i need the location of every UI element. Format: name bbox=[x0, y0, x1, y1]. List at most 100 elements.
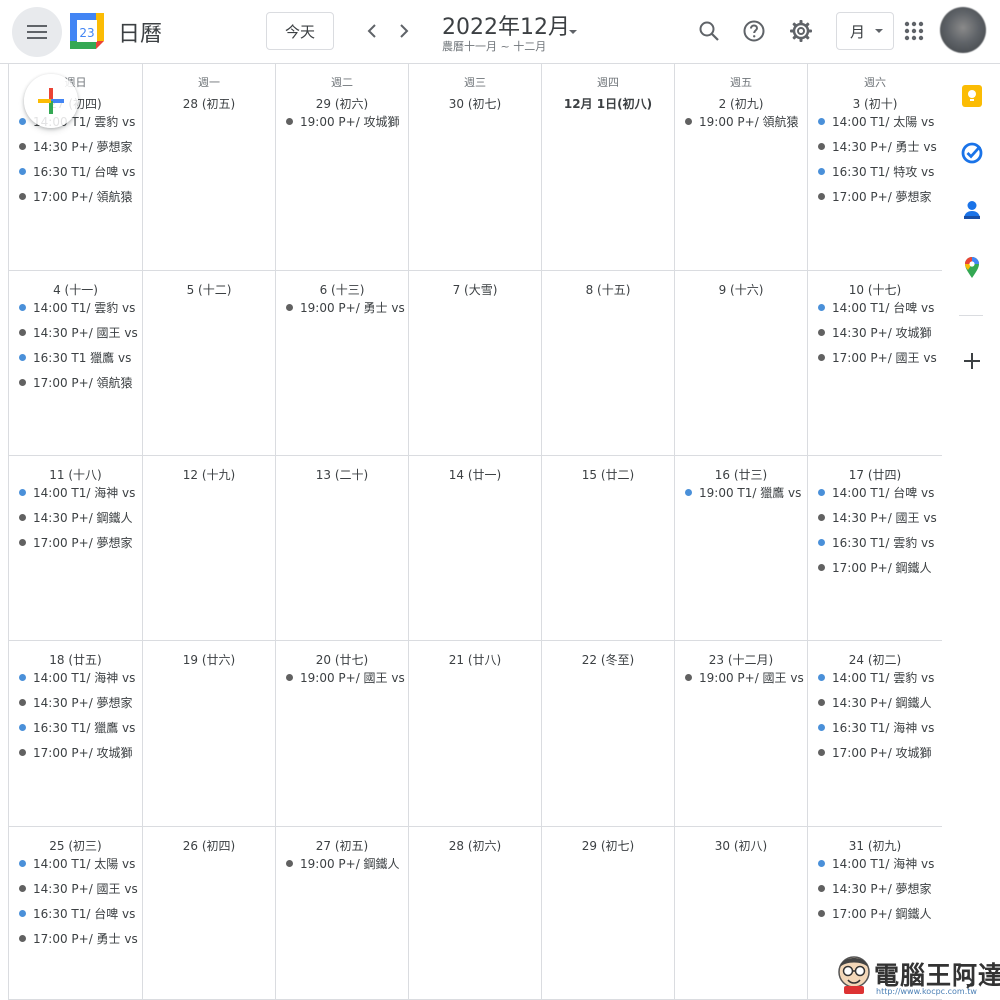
day-cell[interactable]: 17 (廿四) 14:00 T1/ 台啤 vs 14:30 P+/ 國王 vs 16:… bbox=[808, 456, 943, 641]
day-cell[interactable]: 週五 2 (初九) 19:00 P+/ 領航猿 bbox=[675, 64, 808, 271]
event-chip[interactable]: 17:00 P+/ 國王 vs bbox=[808, 345, 942, 370]
day-cell[interactable]: 6 (十三) 19:00 P+/ 勇士 vs bbox=[276, 271, 409, 456]
day-cell[interactable]: 4 (十一) 14:00 T1/ 雲豹 vs 14:30 P+/ 國王 vs 16:3… bbox=[9, 271, 143, 456]
event-chip[interactable]: 14:00 T1/ 太陽 vs bbox=[9, 851, 142, 876]
event-chip[interactable]: 14:30 P+/ 國王 vs bbox=[9, 320, 142, 345]
event-chip[interactable]: 14:30 P+/ 夢想家 bbox=[808, 876, 942, 901]
event-chip[interactable]: 17:00 P+/ 勇士 vs bbox=[9, 926, 142, 951]
day-number[interactable]: 9 (十六) bbox=[675, 281, 807, 298]
day-number[interactable]: 22 (冬至) bbox=[542, 651, 674, 668]
day-number[interactable]: 14 (廿一) bbox=[409, 466, 541, 483]
event-chip[interactable]: 14:30 P+/ 夢想家 bbox=[9, 690, 142, 715]
day-cell[interactable]: 20 (廿七) 19:00 P+/ 國王 vs bbox=[276, 641, 409, 827]
day-number[interactable]: 8 (十五) bbox=[542, 281, 674, 298]
day-cell[interactable]: 29 (初七) bbox=[542, 827, 675, 1000]
day-cell[interactable]: 週二 29 (初六) 19:00 P+/ 攻城獅 bbox=[276, 64, 409, 271]
maps-icon[interactable] bbox=[961, 255, 983, 279]
add-addon-icon[interactable] bbox=[961, 350, 983, 372]
settings-button[interactable] bbox=[786, 16, 816, 46]
event-chip[interactable]: 17:00 P+/ 領航猿 bbox=[9, 184, 142, 209]
day-cell[interactable]: 30 (初八) bbox=[675, 827, 808, 1000]
day-number[interactable]: 12月 1日(初八) bbox=[542, 95, 674, 112]
day-cell[interactable]: 週三 30 (初七) bbox=[409, 64, 542, 271]
create-event-button[interactable] bbox=[24, 74, 78, 128]
account-avatar[interactable] bbox=[940, 7, 986, 53]
event-chip[interactable]: 19:00 P+/ 攻城獅 bbox=[276, 109, 408, 134]
event-chip[interactable]: 17:00 P+/ 攻城獅 bbox=[808, 740, 942, 765]
next-month-button[interactable] bbox=[390, 17, 418, 45]
event-chip[interactable]: 16:30 T1 獵鷹 vs bbox=[9, 345, 142, 370]
today-button[interactable]: 今天 bbox=[266, 12, 334, 50]
event-chip[interactable]: 14:00 T1/ 雲豹 vs bbox=[9, 295, 142, 320]
day-number[interactable]: 28 (初五) bbox=[143, 95, 275, 112]
calendar-logo[interactable]: 23 bbox=[70, 13, 104, 49]
day-cell[interactable]: 19 (廿六) bbox=[143, 641, 276, 827]
day-number[interactable]: 13 (二十) bbox=[276, 466, 408, 483]
event-chip[interactable]: 14:00 T1/ 海神 vs bbox=[9, 665, 142, 690]
day-number[interactable]: 30 (初八) bbox=[675, 837, 807, 854]
day-cell[interactable]: 12 (十九) bbox=[143, 456, 276, 641]
day-cell[interactable]: 25 (初三) 14:00 T1/ 太陽 vs 14:30 P+/ 國王 vs 16:… bbox=[9, 827, 143, 1000]
event-chip[interactable]: 17:00 P+/ 鋼鐵人 bbox=[808, 901, 942, 926]
day-cell[interactable]: 18 (廿五) 14:00 T1/ 海神 vs 14:30 P+/ 夢想家 16:30… bbox=[9, 641, 143, 827]
day-number[interactable]: 29 (初七) bbox=[542, 837, 674, 854]
keep-icon[interactable] bbox=[961, 84, 983, 108]
event-chip[interactable]: 17:00 P+/ 鋼鐵人 bbox=[808, 555, 942, 580]
event-chip[interactable]: 14:30 P+/ 鋼鐵人 bbox=[9, 505, 142, 530]
event-chip[interactable]: 16:30 T1/ 海神 vs bbox=[808, 715, 942, 740]
event-chip[interactable]: 17:00 P+/ 夢想家 bbox=[9, 530, 142, 555]
event-chip[interactable]: 14:00 T1/ 雲豹 vs bbox=[808, 665, 942, 690]
day-number[interactable]: 12 (十九) bbox=[143, 466, 275, 483]
event-chip[interactable]: 14:30 P+/ 國王 vs bbox=[9, 876, 142, 901]
day-cell[interactable]: 7 (大雪) bbox=[409, 271, 542, 456]
event-chip[interactable]: 19:00 P+/ 鋼鐵人 bbox=[276, 851, 408, 876]
help-button[interactable] bbox=[739, 16, 769, 46]
day-cell[interactable]: 21 (廿八) bbox=[409, 641, 542, 827]
event-chip[interactable]: 14:00 T1/ 太陽 vs bbox=[808, 109, 942, 134]
event-chip[interactable]: 16:30 T1/ 特攻 vs bbox=[808, 159, 942, 184]
day-number[interactable]: 7 (大雪) bbox=[409, 281, 541, 298]
day-cell[interactable]: 27 (初五) 19:00 P+/ 鋼鐵人 bbox=[276, 827, 409, 1000]
day-cell[interactable]: 14 (廿一) bbox=[409, 456, 542, 641]
day-cell[interactable]: 10 (十七) 14:00 T1/ 台啤 vs 14:30 P+/ 攻城獅 17:00… bbox=[808, 271, 943, 456]
tasks-icon[interactable] bbox=[961, 141, 983, 165]
event-chip[interactable]: 16:30 T1/ 台啤 vs bbox=[9, 901, 142, 926]
day-number[interactable]: 19 (廿六) bbox=[143, 651, 275, 668]
event-chip[interactable]: 17:00 P+/ 領航猿 bbox=[9, 370, 142, 395]
day-cell[interactable]: 週一 28 (初五) bbox=[143, 64, 276, 271]
month-title[interactable]: 2022年12月 bbox=[442, 9, 570, 41]
event-chip[interactable]: 14:30 P+/ 鋼鐵人 bbox=[808, 690, 942, 715]
event-chip[interactable]: 19:00 P+/ 領航猿 bbox=[675, 109, 807, 134]
day-number[interactable]: 21 (廿八) bbox=[409, 651, 541, 668]
day-cell[interactable]: 28 (初六) bbox=[409, 827, 542, 1000]
day-cell[interactable]: 22 (冬至) bbox=[542, 641, 675, 827]
day-cell[interactable]: 15 (廿二) bbox=[542, 456, 675, 641]
event-chip[interactable]: 19:00 P+/ 勇士 vs bbox=[276, 295, 408, 320]
day-cell[interactable]: 26 (初四) bbox=[143, 827, 276, 1000]
main-menu-button[interactable] bbox=[12, 7, 62, 57]
search-button[interactable] bbox=[694, 16, 724, 46]
apps-grid-icon[interactable] bbox=[904, 21, 924, 41]
day-cell[interactable]: 8 (十五) bbox=[542, 271, 675, 456]
day-number[interactable]: 26 (初四) bbox=[143, 837, 275, 854]
event-chip[interactable]: 16:30 T1/ 雲豹 vs bbox=[808, 530, 942, 555]
event-chip[interactable]: 17:00 P+/ 攻城獅 bbox=[9, 740, 142, 765]
day-cell[interactable]: 週六 3 (初十) 14:00 T1/ 太陽 vs 14:30 P+/ 勇士 vs 16… bbox=[808, 64, 943, 271]
day-number[interactable]: 30 (初七) bbox=[409, 95, 541, 112]
event-chip[interactable]: 14:30 P+/ 夢想家 bbox=[9, 134, 142, 159]
day-number[interactable]: 15 (廿二) bbox=[542, 466, 674, 483]
event-chip[interactable]: 14:00 T1/ 海神 vs bbox=[9, 480, 142, 505]
event-chip[interactable]: 14:30 P+/ 國王 vs bbox=[808, 505, 942, 530]
day-cell[interactable]: 16 (廿三) 19:00 T1/ 獵鷹 vs bbox=[675, 456, 808, 641]
month-dropdown-icon[interactable] bbox=[566, 25, 580, 39]
day-cell[interactable]: 24 (初二) 14:00 T1/ 雲豹 vs 14:30 P+/ 鋼鐵人 16:30… bbox=[808, 641, 943, 827]
event-chip[interactable]: 14:00 T1/ 台啤 vs bbox=[808, 295, 942, 320]
event-chip[interactable]: 14:00 T1/ 海神 vs bbox=[808, 851, 942, 876]
event-chip[interactable]: 16:30 T1/ 獵鷹 vs bbox=[9, 715, 142, 740]
event-chip[interactable]: 14:30 P+/ 勇士 vs bbox=[808, 134, 942, 159]
event-chip[interactable]: 16:30 T1/ 台啤 vs bbox=[9, 159, 142, 184]
day-cell[interactable]: 23 (十二月) 19:00 P+/ 國王 vs bbox=[675, 641, 808, 827]
event-chip[interactable]: 19:00 P+/ 國王 vs bbox=[276, 665, 408, 690]
day-cell[interactable]: 週四 12月 1日(初八) bbox=[542, 64, 675, 271]
day-number[interactable]: 28 (初六) bbox=[409, 837, 541, 854]
